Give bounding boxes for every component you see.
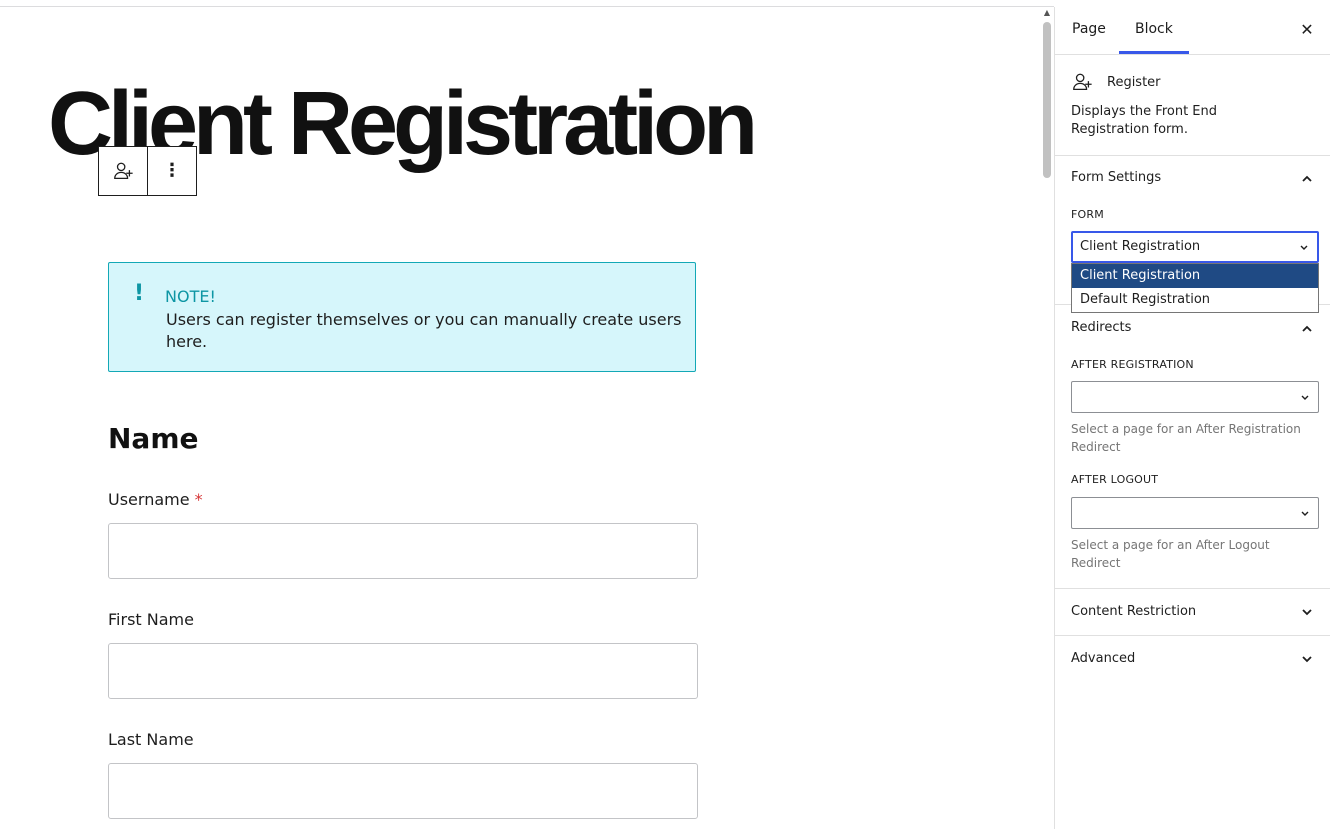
form-select-dropdown: Client Registration Default Registration bbox=[1071, 263, 1319, 313]
panel-advanced-toggle[interactable]: Advanced bbox=[1055, 636, 1330, 682]
username-field[interactable] bbox=[108, 523, 698, 579]
notice-title: NOTE! bbox=[165, 287, 216, 306]
chevron-down-icon bbox=[1302, 609, 1312, 616]
first-name-label: First Name bbox=[108, 610, 194, 629]
after-registration-label: AFTER REGISTRATION bbox=[1071, 358, 1194, 371]
form-label: FORM bbox=[1071, 208, 1104, 221]
panel-content-restriction-title: Content Restriction bbox=[1071, 604, 1197, 619]
close-icon[interactable]: ✕ bbox=[1296, 19, 1318, 41]
after-logout-select[interactable] bbox=[1071, 497, 1319, 529]
last-name-field[interactable] bbox=[108, 763, 698, 819]
tab-page[interactable]: Page bbox=[1056, 7, 1122, 54]
panel-form-settings-toggle[interactable]: Form Settings bbox=[1055, 155, 1330, 201]
after-registration-select[interactable] bbox=[1071, 381, 1319, 413]
sidebar-tabs: Page Block ✕ bbox=[1055, 7, 1330, 55]
block-toolbar: ⋮ bbox=[98, 146, 197, 196]
tab-block[interactable]: Block bbox=[1119, 7, 1189, 54]
scroll-up-arrow-icon[interactable]: ▲ bbox=[1042, 6, 1052, 17]
last-name-label: Last Name bbox=[108, 730, 194, 749]
block-card: Register Displays the Front End Registra… bbox=[1055, 55, 1330, 156]
canvas-scrollbar-thumb[interactable] bbox=[1043, 22, 1051, 178]
username-label: Username * bbox=[108, 490, 203, 509]
notice-body: Users can register themselves or you can… bbox=[166, 310, 682, 351]
panel-redirects-title: Redirects bbox=[1071, 320, 1132, 335]
panel-form-settings-title: Form Settings bbox=[1071, 170, 1162, 185]
exclamation-icon: ! bbox=[134, 281, 145, 306]
form-option-default-registration[interactable]: Default Registration bbox=[1072, 288, 1318, 312]
user-plus-icon bbox=[1073, 73, 1092, 90]
panel-content-restriction-toggle[interactable]: Content Restriction bbox=[1055, 589, 1330, 635]
chevron-down-icon bbox=[1301, 511, 1309, 516]
more-vertical-icon: ⋮ bbox=[163, 160, 181, 181]
after-registration-help: Select a page for an After Registration … bbox=[1071, 422, 1301, 454]
block-name: Register bbox=[1107, 75, 1161, 90]
first-name-field[interactable] bbox=[108, 643, 698, 699]
form-select-value: Client Registration bbox=[1080, 239, 1201, 254]
block-description: Displays the Front End Registration form… bbox=[1071, 104, 1218, 137]
user-plus-icon bbox=[114, 162, 133, 179]
notice-box: ! NOTE! Users can register themselves or… bbox=[108, 262, 696, 372]
section-heading-name: Name bbox=[108, 422, 199, 455]
editor-canvas: Client Registration ⋮ ! NOTE! Users can … bbox=[0, 7, 1040, 829]
after-logout-label: AFTER LOGOUT bbox=[1071, 473, 1159, 486]
form-option-client-registration[interactable]: Client Registration bbox=[1072, 264, 1318, 288]
block-options-button[interactable]: ⋮ bbox=[147, 147, 196, 195]
settings-sidebar: Page Block ✕ Register Displays the Front… bbox=[1054, 7, 1330, 829]
required-asterisk: * bbox=[194, 490, 203, 509]
chevron-down-icon bbox=[1302, 656, 1312, 663]
block-type-button[interactable] bbox=[99, 147, 147, 195]
after-logout-help: Select a page for an After Logout Redire… bbox=[1071, 538, 1270, 570]
username-label-text: Username bbox=[108, 490, 190, 509]
chevron-down-icon bbox=[1300, 245, 1308, 250]
chevron-up-icon bbox=[1302, 175, 1312, 182]
chevron-down-icon bbox=[1301, 395, 1309, 400]
form-select[interactable]: Client Registration bbox=[1071, 231, 1319, 263]
panel-advanced-title: Advanced bbox=[1071, 651, 1136, 666]
